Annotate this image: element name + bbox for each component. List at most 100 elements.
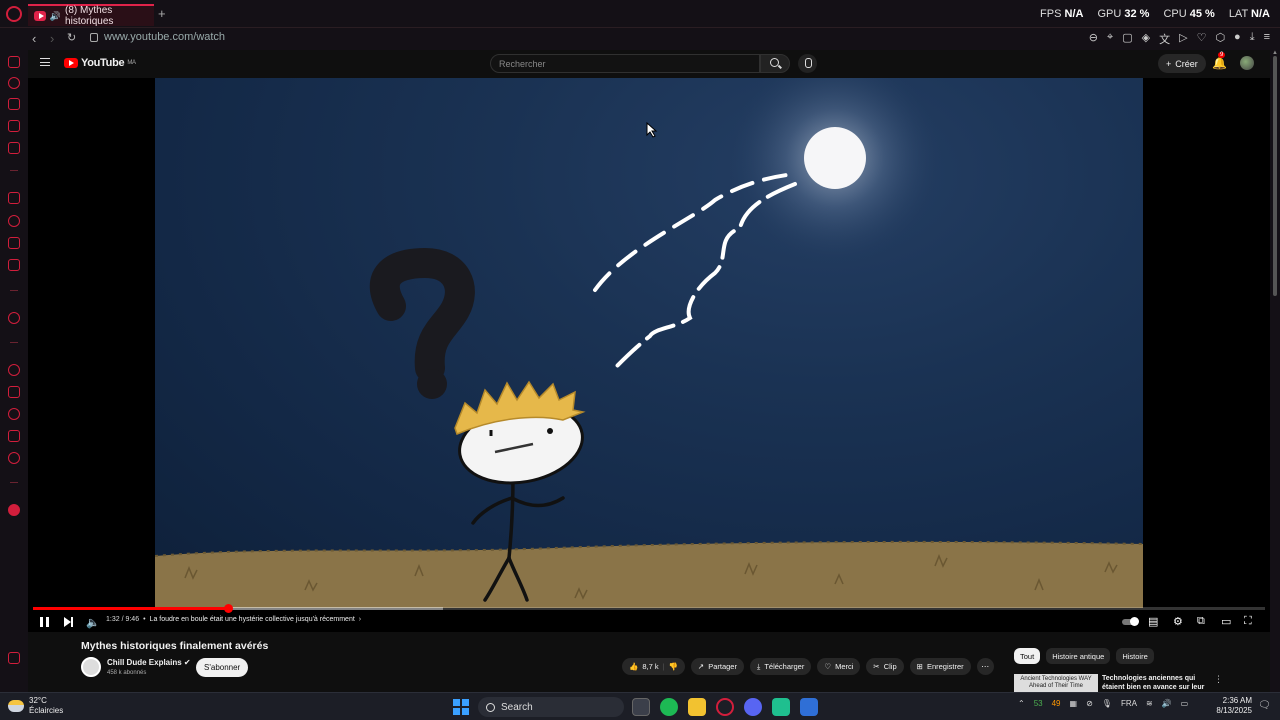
browser-tab-active[interactable]: 🔊 (8) Mythes historiques — [28, 4, 154, 27]
app-green-icon[interactable] — [772, 698, 790, 716]
chapter-chevron-icon[interactable]: › — [359, 616, 361, 623]
player-sidebar-icon[interactable] — [8, 312, 20, 324]
more-actions-button[interactable]: ⋯ — [976, 658, 994, 675]
reload-icon[interactable]: ↻ — [67, 31, 76, 44]
notification-center-icon[interactable]: 🗨 — [1258, 700, 1271, 711]
recommended-title[interactable]: Technologies anciennes qui étaient bien … — [1102, 674, 1210, 692]
tray-app-icon[interactable]: ▦ — [1070, 699, 1078, 708]
task-view-icon[interactable] — [632, 698, 650, 716]
app-blue-icon[interactable] — [800, 698, 818, 716]
instagram-icon[interactable] — [8, 237, 20, 249]
sidebar-news-icon[interactable] — [8, 120, 20, 132]
menu-icon[interactable]: ≡ — [1264, 31, 1270, 47]
sidebar-messages-icon[interactable] — [8, 142, 20, 154]
share-button[interactable]: ↗ Partager — [690, 658, 744, 675]
subscribe-button[interactable]: S'abonner — [196, 658, 249, 677]
search-input[interactable]: Rechercher — [490, 54, 760, 73]
shield-icon[interactable]: ◈ — [1142, 31, 1150, 47]
like-button[interactable]: 👍 8,7 k | 👎 — [622, 658, 685, 675]
download-button[interactable]: ⤓ Télécharger — [749, 658, 812, 675]
theater-mode-icon[interactable]: ▭ — [1221, 615, 1231, 628]
tray-value-b[interactable]: 49 — [1052, 699, 1061, 708]
settings-icon[interactable] — [8, 452, 20, 464]
forward-icon[interactable]: › — [50, 31, 54, 46]
avatar[interactable] — [1240, 56, 1254, 70]
progress-bar[interactable] — [33, 604, 1265, 613]
tray-network-off-icon[interactable]: ⊘ — [1086, 699, 1093, 708]
channel-avatar[interactable] — [81, 657, 101, 677]
clip-button[interactable]: ✂ Clip — [866, 658, 904, 675]
profile-icon[interactable]: ● — [1234, 31, 1241, 47]
pause-icon[interactable] — [40, 617, 49, 627]
battery-icon[interactable]: ▭ — [1181, 699, 1189, 708]
taskbar-search[interactable]: Search — [478, 697, 624, 717]
fullscreen-icon[interactable]: ⛶ — [1244, 615, 1252, 628]
thumbs-down-icon[interactable]: 👎 — [669, 662, 678, 671]
settings-gear-icon[interactable]: ⚙ — [1173, 615, 1183, 628]
create-button[interactable]: + Créer — [1158, 54, 1206, 73]
extensions-sidebar-icon[interactable] — [8, 386, 20, 398]
discord-icon[interactable] — [8, 259, 20, 271]
translate-icon[interactable]: 文 — [1159, 31, 1170, 47]
youtube-logo[interactable]: YouTube MA — [64, 57, 136, 69]
file-explorer-icon[interactable] — [688, 698, 706, 716]
discord-app-icon[interactable] — [744, 698, 762, 716]
zoom-icon[interactable]: ⊖ — [1089, 31, 1098, 47]
sidebar-history-icon[interactable] — [8, 77, 20, 89]
next-icon[interactable] — [64, 617, 73, 627]
page-scrollbar[interactable]: ▲ — [1270, 50, 1280, 692]
opera-logo-icon[interactable] — [6, 6, 22, 22]
twitch-icon[interactable] — [8, 192, 20, 204]
video-frame[interactable] — [155, 78, 1143, 608]
url-field[interactable]: www.youtube.com/watch — [90, 31, 225, 43]
autoplay-toggle[interactable] — [1122, 617, 1139, 626]
hamburger-menu-icon[interactable] — [40, 58, 50, 66]
system-clock[interactable]: 2:36 AM 8/13/2025 — [1212, 696, 1252, 716]
kebab-menu-icon[interactable]: ⋮ — [1214, 674, 1223, 692]
opera-gx-icon[interactable] — [716, 698, 734, 716]
gx-control-icon[interactable] — [8, 504, 20, 516]
pin-icon[interactable]: ⌖ — [1107, 31, 1113, 47]
whatsapp-icon[interactable] — [8, 215, 20, 227]
save-button[interactable]: ⊞ Enregistrer — [909, 658, 971, 675]
wifi-icon[interactable]: ≋ — [1146, 699, 1153, 708]
more-icon[interactable] — [8, 652, 20, 664]
channel-name[interactable]: Chill Dude Explains ✔ — [107, 658, 191, 667]
video-player[interactable]: 🔈 1:32 / 9:46 • La foudre en boule était… — [28, 78, 1270, 632]
cube-icon[interactable] — [8, 430, 20, 442]
windows-start-icon[interactable] — [453, 699, 469, 715]
voice-search-icon[interactable] — [798, 54, 817, 73]
chip-history[interactable]: Histoire — [1116, 648, 1154, 664]
player-icon[interactable]: ▷ — [1179, 31, 1187, 47]
miniplayer-icon[interactable]: ⧉ — [1197, 615, 1205, 628]
scrollbar-thumb[interactable] — [1273, 56, 1277, 296]
volume-icon[interactable]: 🔈 — [86, 616, 100, 629]
extensions-icon[interactable]: ⬡ — [1215, 31, 1225, 47]
sidebar-bag-icon[interactable] — [8, 98, 20, 110]
speaker-tray-icon[interactable]: 🔊 — [1162, 699, 1172, 708]
language-indicator[interactable]: FRA — [1121, 699, 1137, 708]
new-tab-button[interactable]: + — [158, 6, 166, 21]
thanks-button[interactable]: ♡ Merci — [817, 658, 861, 675]
snapshot-icon[interactable]: ▢ — [1122, 31, 1132, 47]
chip-ancient-history[interactable]: Histoire antique — [1046, 648, 1111, 664]
tray-mic-icon[interactable]: 🎙 — [1102, 699, 1112, 708]
subtitles-icon[interactable]: ▤ — [1148, 615, 1158, 628]
heart-icon[interactable]: ♡ — [1197, 31, 1207, 47]
chip-all[interactable]: Tout — [1014, 648, 1041, 664]
recommended-thumbnail[interactable]: Ancient Technologies WAY Ahead of Their … — [1014, 674, 1098, 692]
weather-widget[interactable]: 32°C Éclaircies — [8, 696, 63, 716]
back-icon[interactable]: ‹ — [32, 31, 36, 46]
favorites-icon[interactable] — [8, 364, 20, 376]
tray-value-a[interactable]: 53 — [1034, 699, 1043, 708]
download-icon[interactable]: ⤓ — [1250, 31, 1255, 47]
spotify-icon[interactable] — [660, 698, 678, 716]
chapter-title[interactable]: La foudre en boule était une hystérie co… — [150, 616, 355, 623]
tray-chevron-icon[interactable]: ⌃ — [1018, 699, 1025, 708]
clock-icon[interactable] — [8, 408, 20, 420]
speaker-icon[interactable]: 🔊 — [50, 11, 61, 22]
search-button[interactable] — [760, 54, 790, 73]
sidebar-home-icon[interactable] — [8, 56, 20, 68]
recommended-video[interactable]: Ancient Technologies WAY Ahead of Their … — [1014, 674, 1223, 692]
notifications-icon[interactable]: 🔔 9 — [1212, 52, 1227, 70]
